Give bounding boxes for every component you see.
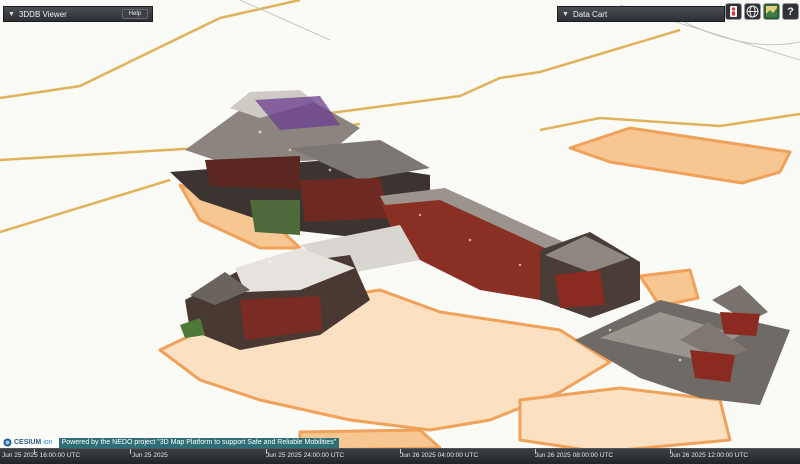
help-glyph: ?: [787, 5, 794, 18]
timeline-tick: [130, 449, 131, 454]
datacart-panel-header[interactable]: ▼ Data Cart: [557, 6, 725, 22]
viewer-panel-title: 3DDB Viewer: [18, 9, 67, 19]
logo-suffix: ion: [43, 439, 53, 446]
timeline-label: Jun 26 2025 04:00:00 UTC: [400, 452, 479, 459]
road-line: [539, 112, 800, 132]
block: [518, 386, 732, 454]
viewer-panel-header[interactable]: ▼ 3DDB Viewer Help: [3, 6, 153, 22]
credits-bar: CESIUM ion Powered by the NEDO project "…: [0, 437, 340, 448]
timeline[interactable]: Jun 25 2025 16:00:00 UTC Jun 25 2025 Jun…: [0, 448, 800, 464]
cesium-ion-logo[interactable]: CESIUM ion: [0, 437, 56, 448]
powered-by-credit: Powered by the NEDO project "3D Map Plat…: [58, 437, 340, 448]
map-layers-icon[interactable]: [763, 3, 780, 20]
logo-text: CESIUM: [14, 439, 42, 446]
road-line: [299, 28, 681, 119]
block: [568, 126, 792, 185]
timeline-label: Jun 25 2025: [132, 452, 168, 459]
timeline-label: Jun 25 2025 16:00:00 UTC: [2, 452, 81, 459]
3d-map-scene[interactable]: [0, 0, 800, 463]
road-line: [0, 178, 171, 234]
timeline-label: Jun 25 2025 24:00:00 UTC: [266, 452, 345, 459]
globe-icon[interactable]: [744, 3, 761, 20]
collapse-triangle-icon[interactable]: ▼: [562, 11, 569, 18]
collapse-triangle-icon[interactable]: ▼: [8, 11, 15, 18]
block: [638, 268, 700, 308]
person-icon[interactable]: [725, 3, 742, 20]
help-icon[interactable]: ?: [782, 3, 799, 20]
cesium-logo-icon: [3, 438, 12, 447]
datacart-panel-title: Data Cart: [572, 9, 608, 19]
help-button[interactable]: Help: [121, 9, 148, 19]
timeline-label: Jun 26 2025 12:00:00 UTC: [670, 452, 749, 459]
timeline-label: Jun 26 2025 08:00:00 UTC: [535, 452, 614, 459]
